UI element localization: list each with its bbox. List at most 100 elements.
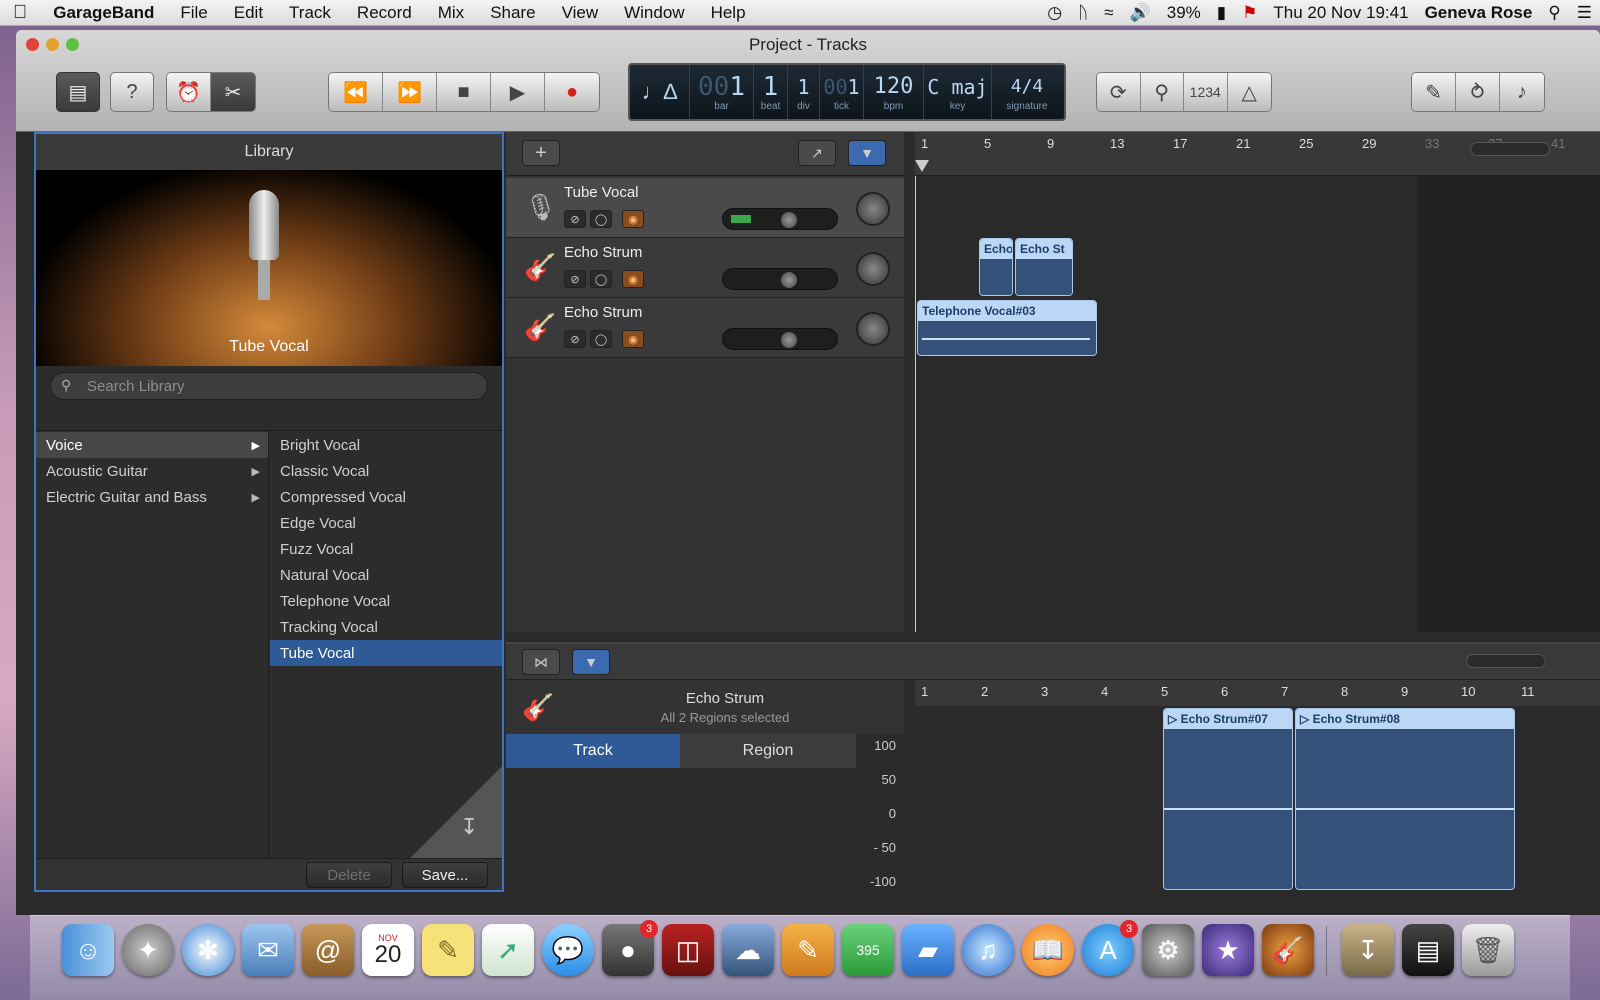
editors-button[interactable]: ✂ [211, 73, 255, 111]
add-track-button[interactable]: + [522, 140, 560, 166]
tracks-area[interactable]: 1 5 9 13 17 21 25 29 33 37 41 Echo Echo … [915, 132, 1600, 632]
loop-browser-button[interactable]: ⥁ [1456, 73, 1500, 111]
finder-icon[interactable]: ☺ [62, 924, 114, 976]
minimized-window-icon[interactable]: ▤ [1402, 924, 1454, 976]
editor-flex-button[interactable]: ▼ [572, 649, 610, 675]
quick-help-button[interactable]: ? [110, 72, 154, 112]
menu-edit[interactable]: Edit [221, 3, 276, 23]
library-category-acoustic-guitar[interactable]: Acoustic Guitar ▶ [36, 458, 268, 484]
play-button[interactable]: ▶ [491, 73, 545, 111]
time-machine-icon[interactable]: ◷ [1039, 3, 1070, 23]
tab-region[interactable]: Region [680, 734, 856, 768]
menu-app-name[interactable]: GarageBand [40, 3, 167, 23]
editor-region-echo-strum-08[interactable]: ▷ Echo Strum#08 [1295, 708, 1515, 890]
notes-icon[interactable]: ✎ [422, 924, 474, 976]
library-toggle-button[interactable]: ▤ [56, 72, 100, 112]
catch-button[interactable]: ⋈ [522, 649, 560, 675]
editor-ruler[interactable]: 1 2 3 4 5 6 7 8 9 10 11 [915, 680, 1600, 706]
preset-telephone-vocal[interactable]: Telephone Vocal [270, 588, 502, 614]
preset-edge-vocal[interactable]: Edge Vocal [270, 510, 502, 536]
facetime-icon[interactable]: ● 3 [602, 920, 658, 976]
menu-track[interactable]: Track [276, 3, 344, 23]
solo-button[interactable]: ◯ [590, 330, 612, 348]
library-category-voice[interactable]: Voice ▶ [36, 432, 268, 458]
preset-classic-vocal[interactable]: Classic Vocal [270, 458, 502, 484]
editor-region-echo-strum-07[interactable]: ▷ Echo Strum#07 [1163, 708, 1293, 890]
clock[interactable]: Thu 20 Nov 19:41 [1265, 3, 1416, 23]
track-row-echo-strum-1[interactable]: 🎸 Echo Strum ⊘ ◯ ◉ [506, 238, 904, 298]
lcd-display[interactable]: ♩∆ 001 bar 1 beat 1 div 001 tick 120 bpm… [628, 63, 1066, 121]
keynote-icon[interactable]: ▰ [902, 924, 954, 976]
ibooks-icon[interactable]: 📖 [1022, 924, 1074, 976]
apple-menu-icon[interactable]:  [0, 2, 40, 24]
volume-slider[interactable] [722, 208, 838, 230]
lcd-mode[interactable]: ♩∆ [630, 65, 690, 119]
preset-bright-vocal[interactable]: Bright Vocal [270, 432, 502, 458]
user-name[interactable]: Geneva Rose [1417, 3, 1541, 23]
mute-button[interactable]: ⊘ [564, 330, 586, 348]
track-name[interactable]: Echo Strum [564, 304, 642, 321]
preset-tracking-vocal[interactable]: Tracking Vocal [270, 614, 502, 640]
system-preferences-icon[interactable]: ⚙ [1142, 924, 1194, 976]
maps-icon[interactable]: ➚ [482, 924, 534, 976]
rewind-button[interactable]: ⏪ [329, 73, 383, 111]
track-name[interactable]: Echo Strum [564, 244, 642, 261]
downloads-stack-icon[interactable]: ↧ [1342, 924, 1394, 976]
contacts-icon[interactable]: @ [302, 924, 354, 976]
delete-button[interactable]: Delete [306, 862, 392, 888]
record-button[interactable]: ● [545, 73, 599, 111]
media-browser-button[interactable]: ♪ [1500, 73, 1544, 111]
numbers-icon[interactable]: 395 [842, 924, 894, 976]
messages-icon[interactable]: 💬 [542, 924, 594, 976]
track-row-tube-vocal[interactable]: 🎙 Tube Vocal ⊘ ◯ ◉ [506, 178, 904, 238]
pan-knob[interactable] [856, 312, 890, 346]
spotlight-icon[interactable]: ⚲ [1540, 3, 1568, 23]
volume-knob-handle[interactable] [781, 272, 798, 288]
notification-center-icon[interactable]: ☰ [1569, 3, 1600, 23]
battery-percent[interactable]: 39% [1159, 3, 1209, 23]
safari-icon[interactable]: ✻ [182, 924, 234, 976]
library-category-electric-guitar[interactable]: Electric Guitar and Bass ▶ [36, 484, 268, 510]
timeline-ruler[interactable]: 1 5 9 13 17 21 25 29 33 37 41 [915, 132, 1600, 176]
launchpad-icon[interactable]: ✦ [122, 924, 174, 976]
mute-button[interactable]: ⊘ [564, 210, 586, 228]
record-enable-button[interactable]: ◉ [622, 210, 644, 228]
patch-drop-area[interactable]: ↧ [410, 766, 502, 858]
mail-icon[interactable]: ✉ [242, 924, 294, 976]
smart-controls-button[interactable]: ⏰ [167, 73, 211, 111]
volume-knob-handle[interactable] [781, 332, 798, 348]
region-telephone-vocal[interactable]: Telephone Vocal#03 [917, 300, 1097, 356]
pages-icon[interactable]: ✎ [782, 924, 834, 976]
solo-button[interactable]: ◯ [590, 270, 612, 288]
flex-button[interactable]: ▼ [848, 140, 886, 166]
menu-mix[interactable]: Mix [425, 3, 477, 23]
region-echo-b[interactable]: Echo St [1015, 238, 1073, 296]
preset-fuzz-vocal[interactable]: Fuzz Vocal [270, 536, 502, 562]
imovie-icon[interactable]: ★ [1202, 924, 1254, 976]
library-search-input[interactable]: ⚲ Search Library [50, 372, 488, 400]
wifi-icon[interactable]: ≈ [1096, 3, 1121, 23]
lcd-signature[interactable]: 4/4 signature [992, 65, 1062, 119]
menu-share[interactable]: Share [477, 3, 548, 23]
volume-icon[interactable]: 🔊 [1122, 3, 1159, 23]
preset-natural-vocal[interactable]: Natural Vocal [270, 562, 502, 588]
stop-button[interactable]: ■ [437, 73, 491, 111]
itunes-icon[interactable]: ♫ [962, 924, 1014, 976]
menu-window[interactable]: Window [611, 3, 697, 23]
count-in-button[interactable]: 1234 [1184, 73, 1228, 111]
metronome-button[interactable]: △ [1227, 73, 1271, 111]
app-store-icon[interactable]: A 3 [1082, 920, 1138, 976]
battery-icon[interactable]: ▮ [1209, 3, 1234, 23]
photo-booth-icon[interactable]: ◫ [662, 924, 714, 976]
menu-view[interactable]: View [549, 3, 612, 23]
track-name[interactable]: Tube Vocal [564, 184, 639, 201]
iphoto-icon[interactable]: ☁ [722, 924, 774, 976]
menu-help[interactable]: Help [698, 3, 759, 23]
solo-button[interactable]: ◯ [590, 210, 612, 228]
record-enable-button[interactable]: ◉ [622, 270, 644, 288]
record-enable-button[interactable]: ◉ [622, 330, 644, 348]
bluetooth-icon[interactable]: ᚢ [1070, 3, 1096, 23]
cycle-button[interactable]: ⟳ [1097, 73, 1141, 111]
mute-button[interactable]: ⊘ [564, 270, 586, 288]
tab-track[interactable]: Track [506, 734, 680, 768]
